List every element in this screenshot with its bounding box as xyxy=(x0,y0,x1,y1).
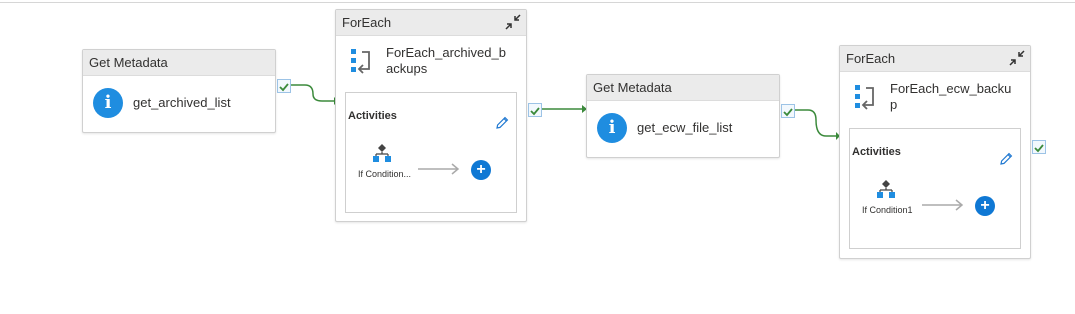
check-icon xyxy=(1034,144,1044,153)
add-activity-icon[interactable]: + xyxy=(975,196,995,216)
activity-name: ForEach_archived_backups xyxy=(386,45,506,76)
if-condition-icon xyxy=(877,180,895,198)
canvas-top-border xyxy=(0,2,1075,3)
success-connector-3 xyxy=(794,109,836,137)
arrow-icon xyxy=(922,199,964,211)
add-activity-icon[interactable]: + xyxy=(471,160,491,180)
get-metadata-activity-2[interactable]: Get Metadata i get_ecw_file_list xyxy=(586,74,780,158)
activity-type-header: Get Metadata xyxy=(587,75,779,101)
activity-name: get_ecw_file_list xyxy=(637,120,733,135)
success-output-checkbox-2[interactable] xyxy=(528,103,542,117)
check-icon xyxy=(530,107,540,116)
check-icon xyxy=(279,83,289,92)
success-output-checkbox-1[interactable] xyxy=(277,79,291,93)
activity-type-header: ForEach xyxy=(336,10,526,36)
foreach-activity-2[interactable]: ForEach ForEach_ecw_backup Activities If… xyxy=(839,45,1031,259)
inner-activity-label[interactable]: If Condition... xyxy=(358,169,418,180)
success-output-checkbox-3[interactable] xyxy=(781,104,795,118)
activity-type-header: Get Metadata xyxy=(83,50,275,76)
get-metadata-activity-1[interactable]: Get Metadata i get_archived_list xyxy=(82,49,276,133)
foreach-activity-1[interactable]: ForEach ForEach_archived_backups Activit… xyxy=(335,9,527,222)
success-output-checkbox-4[interactable] xyxy=(1032,140,1046,154)
collapse-icon[interactable] xyxy=(504,13,522,31)
activity-name: ForEach_ecw_backup xyxy=(890,81,1012,112)
arrow-icon xyxy=(418,163,460,175)
inner-activity-label[interactable]: If Condition1 xyxy=(862,205,922,216)
edit-pencil-icon[interactable] xyxy=(998,151,1014,167)
inner-activities-title: Activities xyxy=(348,110,397,122)
edit-pencil-icon[interactable] xyxy=(494,115,510,131)
inner-activities-panel: Activities If Condition1 + xyxy=(849,128,1021,249)
inner-activities-title: Activities xyxy=(852,146,901,158)
info-icon: i xyxy=(597,113,627,143)
if-condition-icon xyxy=(373,144,391,162)
activity-name: get_archived_list xyxy=(133,95,231,110)
foreach-icon xyxy=(855,85,874,110)
info-icon: i xyxy=(93,88,123,118)
activity-type-header: ForEach xyxy=(840,46,1030,72)
check-icon xyxy=(783,108,793,117)
success-connector-1 xyxy=(291,84,334,102)
foreach-icon xyxy=(351,49,370,74)
collapse-icon[interactable] xyxy=(1008,49,1026,67)
inner-activities-panel: Activities If Condition... + xyxy=(345,92,517,213)
